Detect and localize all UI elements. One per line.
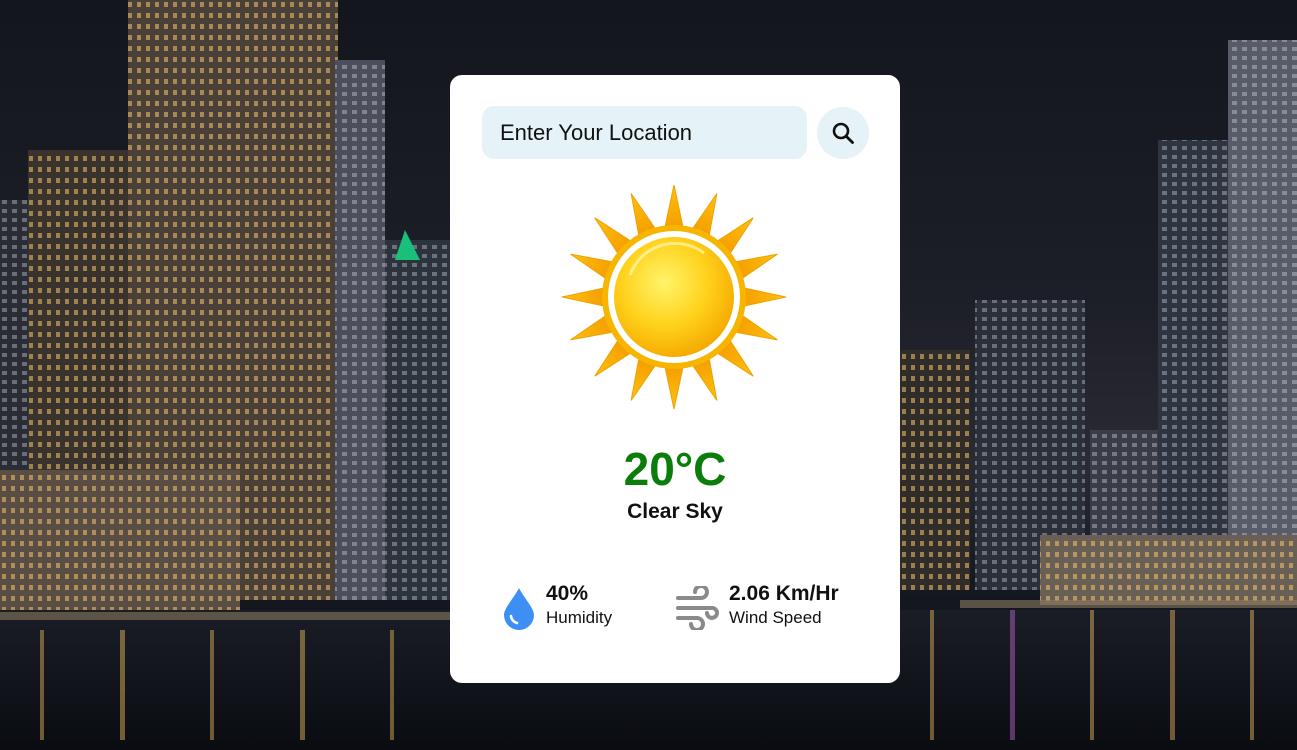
- humidity-value: 40%: [546, 582, 589, 605]
- weather-card: 20°C Clear Sky 40% Humidity 2.06 Km/Hr W…: [450, 75, 900, 683]
- water-drop-icon: [504, 588, 534, 630]
- sun-icon: [561, 184, 787, 410]
- search-bar: [482, 106, 870, 159]
- wind-speed-label: Wind Speed: [729, 608, 822, 627]
- search-icon: [832, 122, 854, 144]
- humidity-label: Humidity: [546, 608, 613, 627]
- wind-speed-value: 2.06 Km/Hr: [729, 582, 839, 605]
- search-input[interactable]: [482, 106, 807, 159]
- weather-description: Clear Sky: [627, 500, 723, 523]
- search-button[interactable]: [817, 107, 869, 159]
- wind-icon: [676, 586, 719, 630]
- temperature-value: 20°C: [623, 443, 727, 495]
